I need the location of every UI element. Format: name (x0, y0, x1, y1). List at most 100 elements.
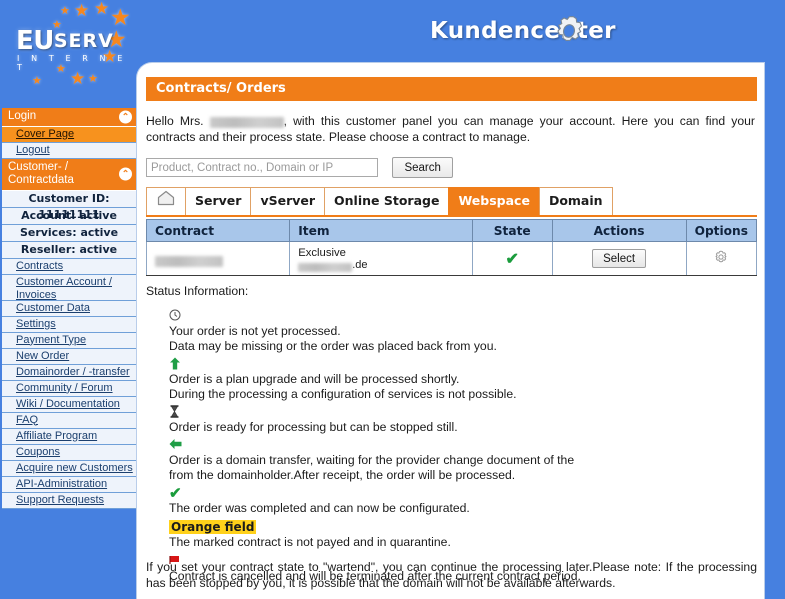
green-check-icon: ✔ (505, 250, 519, 268)
sidebar-item-payment-type[interactable]: Payment Type (2, 332, 136, 349)
sidebar-section-customer-label: Customer- / Contractdata (8, 160, 74, 187)
cell-contract (145, 241, 291, 276)
clock-icon (169, 309, 759, 324)
sidebar-item-label[interactable]: Domainorder / -transfer (16, 366, 130, 378)
column-header-contract: Contract (145, 219, 291, 242)
logo-star: ★ (88, 73, 98, 85)
top-banner: ★ ★ ★ ★ ★ ★ ★ ★ ★ ★ ★ EUSERV I N T E R N… (0, 0, 785, 108)
sidebar-item-label[interactable]: Support Requests (16, 494, 104, 506)
sidebar-item-label[interactable]: Wiki / Documentation (16, 398, 120, 410)
green-check-icon: ✔ (169, 485, 182, 502)
legend-item-quarantine: Orange field The marked contract is not … (169, 519, 759, 550)
gear-icon (552, 14, 586, 53)
sidebar-item-label[interactable]: Settings (16, 318, 56, 330)
legend-item-pending: Your order is not yet processed. Data ma… (169, 309, 759, 354)
tab-online-storage[interactable]: Online Storage (324, 187, 450, 215)
sidebar-section-customer-header: Customer- / Contractdata ⌃ (2, 158, 136, 191)
sidebar-item-settings[interactable]: Settings (2, 316, 136, 333)
sidebar-item-label[interactable]: Acquire new Customers (16, 462, 133, 474)
sidebar-item-label[interactable]: New Order (16, 350, 69, 362)
sidebar-item-logout[interactable]: Logout (2, 142, 136, 159)
logo-star: ★ (32, 75, 42, 87)
hourglass-icon (169, 405, 759, 420)
table-header-row: Contract Item State Actions Options (145, 219, 758, 242)
item-product: Exclusive (298, 246, 346, 259)
sidebar-item-api-administration[interactable]: API-Administration (2, 476, 136, 493)
sidebar-item-wiki-documentation[interactable]: Wiki / Documentation (2, 396, 136, 413)
logo-wordmark: EUSERV (16, 26, 114, 56)
tab-domain[interactable]: Domain (538, 187, 613, 215)
sidebar-item-domainorder-transfer[interactable]: Domainorder / -transfer (2, 364, 136, 381)
green-up-arrow-icon (169, 357, 759, 372)
sidebar-item-label[interactable]: FAQ (16, 414, 38, 426)
content-panel: Contracts/ Orders Hello Mrs. , with this… (136, 62, 765, 599)
table-row: Exclusive .de ✔ Select (145, 241, 758, 276)
legend-item-ready: Order is ready for processing but can be… (169, 405, 759, 435)
sidebar-item-acquire-new-customers[interactable]: Acquire new Customers (2, 460, 136, 477)
sidebar: Login ⌃ Cover Page Logout Customer- / Co… (2, 108, 136, 509)
contracts-table: Contract Item State Actions Options Excl… (145, 219, 758, 276)
column-header-item: Item (289, 219, 473, 242)
page-root: ★ ★ ★ ★ ★ ★ ★ ★ ★ ★ ★ EUSERV I N T E R N… (0, 0, 785, 599)
column-header-actions: Actions (551, 219, 687, 242)
page-title: Contracts/ Orders (146, 77, 757, 101)
legend-line: During the processing a configuration of… (169, 387, 517, 401)
legend-line: The marked contract is not payed and in … (169, 535, 451, 549)
intro-paragraph: Hello Mrs. , with this customer panel yo… (146, 113, 755, 145)
select-button[interactable]: Select (592, 249, 647, 268)
sidebar-item-customer-account-invoices[interactable]: Customer Account / Invoices (2, 274, 136, 301)
sidebar-item-label[interactable]: Customer Data (16, 302, 90, 314)
sidebar-item-label[interactable]: Logout (16, 144, 50, 156)
customer-id-info: Customer ID: 11111111 (2, 190, 136, 221)
legend-line: from the domainholder.After receipt, the… (169, 468, 516, 482)
euserv-logo[interactable]: ★ ★ ★ ★ ★ ★ ★ ★ ★ ★ ★ EUSERV I N T E R N… (2, 0, 136, 108)
orange-field-badge: Orange field (169, 519, 759, 535)
tab-home[interactable] (146, 187, 186, 215)
tab-vserver[interactable]: vServer (250, 187, 326, 215)
orange-field-label: Orange field (169, 520, 257, 534)
logo-eu: EU (16, 26, 54, 56)
sidebar-item-label[interactable]: Payment Type (16, 334, 86, 346)
tab-webspace[interactable]: Webspace (448, 187, 540, 215)
sidebar-item-support-requests[interactable]: Support Requests (2, 492, 136, 509)
status-information-label: Status Information: (146, 284, 249, 298)
gear-icon[interactable] (714, 250, 728, 267)
redacted-contract-name (155, 256, 223, 267)
sidebar-item-label[interactable]: Coupons (16, 446, 60, 458)
collapse-up-icon[interactable]: ⌃ (119, 110, 132, 124)
sidebar-item-label[interactable]: Cover Page (16, 128, 74, 140)
legend-item-completed: ✔ The order was completed and can now be… (169, 486, 759, 516)
column-header-state: State (471, 219, 553, 242)
sidebar-item-label[interactable]: Customer Account / Invoices (16, 276, 112, 301)
home-icon (157, 189, 175, 215)
search-input[interactable] (146, 158, 378, 177)
sidebar-item-cover-page[interactable]: Cover Page (2, 126, 136, 143)
services-status-info: Services: active (2, 224, 136, 242)
tab-server[interactable]: Server (185, 187, 252, 215)
logo-star: ★ (70, 69, 86, 88)
sidebar-item-label[interactable]: Affiliate Program (16, 430, 97, 442)
status-legend: Your order is not yet processed. Data ma… (169, 309, 759, 587)
account-status-info: Account: active (2, 207, 136, 225)
sidebar-item-label[interactable]: Community / Forum (16, 382, 113, 394)
sidebar-item-contracts[interactable]: Contracts (2, 258, 136, 275)
search-button[interactable]: Search (392, 157, 453, 178)
sidebar-item-label[interactable]: API-Administration (16, 478, 107, 490)
cell-item: Exclusive .de (289, 241, 473, 276)
item-domain-suffix: .de (352, 258, 368, 271)
column-header-options: Options (685, 219, 758, 242)
collapse-up-icon[interactable]: ⌃ (119, 167, 132, 181)
logo-star: ★ (60, 5, 70, 17)
logo-star: ★ (74, 1, 90, 20)
sidebar-item-new-order[interactable]: New Order (2, 348, 136, 365)
sidebar-item-coupons[interactable]: Coupons (2, 444, 136, 461)
cell-actions: Select (551, 241, 687, 276)
sidebar-item-customer-data[interactable]: Customer Data (2, 300, 136, 317)
sidebar-item-label[interactable]: Contracts (16, 260, 63, 272)
footnote-text: If you set your contract state to "warte… (146, 560, 757, 590)
sidebar-section-login-label: Login (8, 110, 37, 122)
sidebar-item-community-forum[interactable]: Community / Forum (2, 380, 136, 397)
legend-line: The order was completed and can now be c… (169, 501, 470, 515)
sidebar-item-faq[interactable]: FAQ (2, 412, 136, 429)
sidebar-item-affiliate-program[interactable]: Affiliate Program (2, 428, 136, 445)
